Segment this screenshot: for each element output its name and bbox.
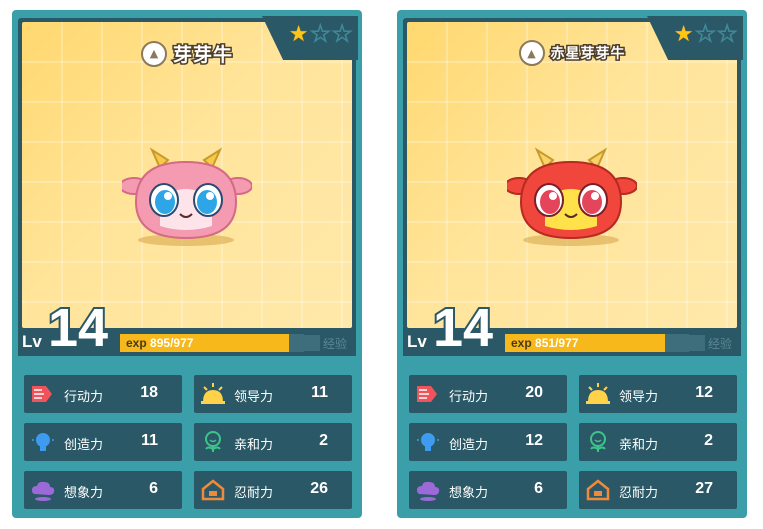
star-empty-icon: ★	[332, 22, 353, 47]
level-row: Lv 14 exp 895/977 经验	[18, 296, 356, 360]
exp-max: /977	[170, 336, 194, 350]
pet-portrait-frame: ▲ 赤星芽芽牛 ★ ★ ★	[403, 16, 743, 338]
stat-value: 2	[319, 432, 328, 449]
stat-label: 亲和力	[619, 438, 659, 453]
exp-bar: exp 851/977	[505, 334, 689, 352]
stat-label: 行动力	[64, 390, 104, 405]
stat-value: 20	[525, 384, 543, 401]
cloud-icon	[32, 481, 55, 501]
stat-label: 想象力	[449, 486, 489, 501]
stat-speed: 行动力 18	[24, 375, 182, 413]
sprout-face-icon	[590, 431, 606, 452]
stat-affinity: 亲和力 2	[194, 423, 352, 461]
stat-value: 27	[695, 480, 713, 497]
house-icon	[201, 479, 225, 501]
level-number: 14	[46, 296, 110, 360]
stat-label: 领导力	[619, 390, 659, 405]
exp-button-icon	[689, 335, 705, 351]
speed-icon	[417, 386, 437, 402]
speed-icon	[32, 386, 52, 402]
exp-current: 851	[535, 336, 556, 350]
stat-leadership: 领导力 11	[194, 375, 352, 413]
stat-value: 2	[704, 432, 713, 449]
sun-icon	[586, 383, 610, 404]
exp-bar: exp 895/977	[120, 334, 304, 352]
stat-label: 想象力	[64, 486, 104, 501]
cloud-icon	[417, 481, 440, 501]
exp-current: 895	[150, 336, 171, 350]
exp-button[interactable]: 经验	[689, 334, 733, 352]
stat-leadership: 领导力 12	[579, 375, 737, 413]
element-badge-icon: ▲	[518, 40, 545, 66]
exp-button[interactable]: 经验	[304, 334, 348, 352]
pet-creature-image	[507, 147, 637, 246]
level-label: Lv	[407, 332, 427, 351]
star-empty-icon: ★	[310, 22, 331, 47]
stat-speed: 行动力 20	[409, 375, 567, 413]
stat-affinity: 亲和力 2	[579, 423, 737, 461]
pet-portrait: ▲ 赤星芽芽牛	[407, 22, 737, 328]
stat-value: 11	[311, 384, 328, 401]
pet-portrait: ▲ 芽芽牛	[22, 22, 352, 328]
stat-imagination: 想象力 6	[24, 471, 182, 509]
level-row: Lv 14 exp 851/977 经验	[403, 296, 741, 360]
stat-label: 忍耐力	[234, 486, 274, 501]
stat-imagination: 想象力 6	[409, 471, 567, 509]
stat-value: 18	[140, 384, 158, 401]
stat-value: 26	[310, 480, 328, 497]
pet-name: 芽芽牛	[171, 43, 233, 68]
stat-label: 创造力	[449, 438, 489, 453]
pet-card-1[interactable]: ▲ 芽芽牛 ★ ★ ★ Lv 14 exp 895/977 经验 行动力 18 …	[12, 10, 362, 518]
stat-creativity: 创造力 11	[24, 423, 182, 461]
stat-label: 创造力	[64, 438, 104, 453]
stat-label: 领导力	[234, 390, 274, 405]
element-badge-icon: ▲	[140, 40, 167, 67]
pet-name: 赤星芽芽牛	[549, 45, 626, 64]
stat-label: 亲和力	[234, 438, 274, 453]
stat-value: 12	[525, 432, 543, 449]
exp-button-label: 经验	[708, 336, 733, 351]
exp-button-label: 经验	[323, 336, 348, 351]
stat-value: 6	[149, 480, 158, 497]
pet-creature-image	[122, 147, 252, 246]
bulb-icon	[32, 433, 54, 451]
house-icon	[586, 479, 610, 501]
bulb-icon	[417, 433, 439, 451]
sprout-face-icon	[205, 431, 221, 452]
exp-label: exp	[126, 336, 147, 350]
sun-icon	[201, 383, 225, 404]
exp-label: exp	[511, 336, 532, 350]
exp-button-icon	[304, 335, 320, 351]
stat-value: 11	[141, 432, 158, 449]
star-filled-icon: ★	[288, 22, 309, 47]
stat-label: 行动力	[449, 390, 489, 405]
stat-endurance: 忍耐力 27	[579, 471, 737, 509]
level-label: Lv	[22, 332, 42, 351]
stat-value: 12	[695, 384, 713, 401]
star-empty-icon: ★	[695, 22, 716, 47]
stat-creativity: 创造力 12	[409, 423, 567, 461]
stat-endurance: 忍耐力 26	[194, 471, 352, 509]
stat-value: 6	[534, 480, 543, 497]
pet-card-2[interactable]: ▲ 赤星芽芽牛 ★ ★ ★ Lv 14 exp 851/977 经验 行动力 2…	[397, 10, 747, 518]
exp-max: /977	[555, 336, 579, 350]
star-filled-icon: ★	[673, 22, 694, 47]
stat-label: 忍耐力	[619, 486, 659, 501]
pet-portrait-frame: ▲ 芽芽牛 ★ ★ ★	[18, 16, 358, 338]
level-number: 14	[431, 296, 495, 360]
star-empty-icon: ★	[717, 22, 738, 47]
